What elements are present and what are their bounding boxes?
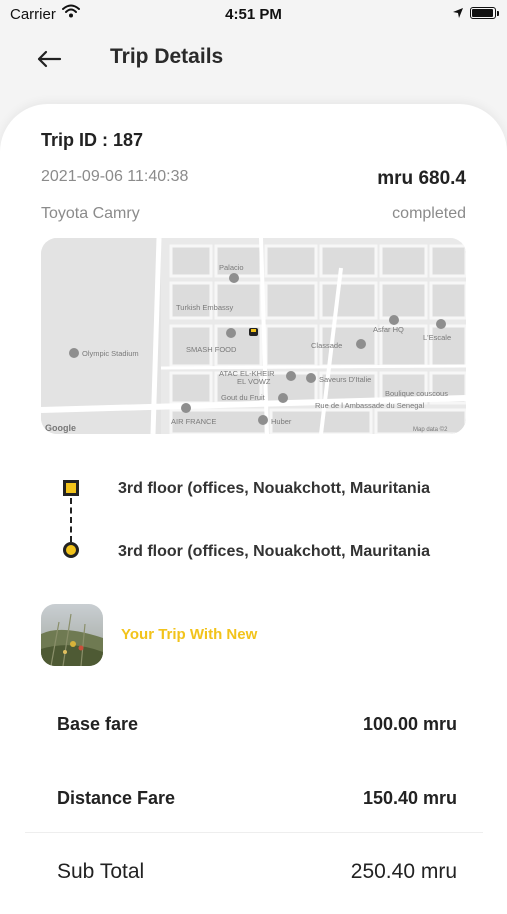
map-label-lescale: L'Escale (423, 333, 451, 342)
map-label-turkish-embassy: Turkish Embassy (176, 303, 233, 312)
driver-avatar (41, 604, 103, 666)
dropoff-marker-icon (63, 542, 79, 558)
route-connector (70, 498, 72, 542)
car-model: Toyota Camry (41, 205, 140, 222)
route-section: 3rd floor (offices, Nouakchott, Mauritan… (0, 466, 507, 566)
map-label-asfar-hq: Asfar HQ (373, 325, 404, 334)
page-title: Trip Details (110, 45, 224, 68)
dropoff-address: 3rd floor (offices, Nouakchott, Mauritan… (118, 543, 431, 560)
map-label-palacio: Palacio (219, 263, 244, 272)
distance-fare-value: 150.40 mru (362, 788, 457, 808)
subtotal-value: 250.40 mru (350, 860, 457, 883)
trip-datetime: 2021-09-06 11:40:38 (41, 168, 189, 185)
status-bar: Carrier 4:51 PM (0, 0, 507, 30)
trip-status: completed (392, 205, 466, 222)
nav-header: Trip Details (0, 30, 507, 90)
map-label-boulique: Boulique couscous (385, 389, 448, 398)
map-label-huber: Huber (271, 417, 292, 426)
map-attribution: Map data ©2 (413, 426, 448, 433)
google-logo: Google (45, 423, 76, 433)
pickup-marker-icon (63, 480, 79, 496)
distance-fare-label: Distance Fare (57, 788, 176, 808)
fare-divider (25, 832, 483, 833)
route-map[interactable]: Palacio Turkish Embassy SMASH FOOD Olymp… (41, 238, 466, 434)
map-label-classade: Classade (311, 341, 342, 350)
subtotal-label: Sub Total (57, 860, 145, 883)
driver-message: Your Trip With New (121, 626, 258, 643)
map-label-gout-du-fruit: Gout du Fruit (221, 393, 266, 402)
battery-icon (470, 7, 496, 19)
map-label-air-france: AIR FRANCE (171, 417, 216, 426)
map-label-smash-food: SMASH FOOD (186, 345, 237, 354)
location-arrow-icon (452, 6, 464, 24)
base-fare-value: 100.00 mru (362, 714, 457, 734)
map-label-el-vowz: EL VOWZ (237, 377, 271, 386)
map-label-rue: Rue de l Ambassade du Senegal (315, 401, 425, 410)
back-arrow-icon[interactable] (34, 44, 64, 74)
base-fare-label: Base fare (57, 714, 139, 734)
map-label-olympic-stadium: Olympic Stadium (82, 349, 139, 358)
status-time: 4:51 PM (225, 6, 282, 23)
trip-price: mru 680.4 (377, 168, 466, 189)
pickup-address: 3rd floor (offices, Nouakchott, Mauritan… (118, 480, 431, 497)
battery-tip (497, 11, 499, 16)
map-label-saveurs: Saveurs D'Italie (319, 375, 371, 384)
trip-id: Trip ID : 187 (41, 130, 144, 150)
trip-card: Trip ID : 187 2021-09-06 11:40:38 mru 68… (0, 104, 507, 914)
